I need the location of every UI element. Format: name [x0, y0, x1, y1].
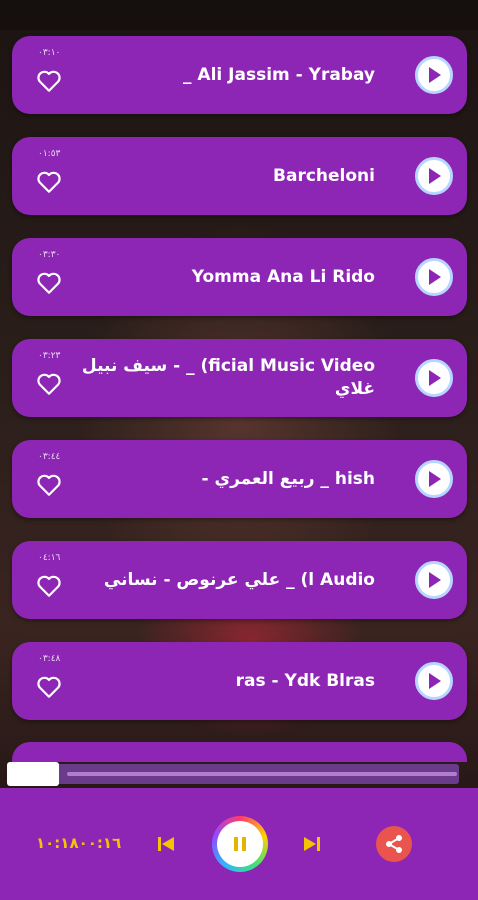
- play-icon: [429, 471, 441, 487]
- song-title: سيف نبيل - _ (ficial Music Video غلاي: [81, 356, 375, 399]
- play-icon: [429, 673, 441, 689]
- song-title: Barcheloni: [273, 165, 375, 186]
- song-item-partial[interactable]: [12, 742, 467, 762]
- heart-icon[interactable]: [36, 574, 62, 598]
- seek-track: [67, 772, 457, 776]
- play-button[interactable]: [415, 662, 453, 700]
- song-title: علي عرنوص - نساني _ (l Audio: [103, 569, 375, 590]
- song-duration: ٠٣:١٠: [38, 48, 61, 58]
- play-button[interactable]: [415, 359, 453, 397]
- play-icon: [429, 572, 441, 588]
- play-button[interactable]: [415, 561, 453, 599]
- song-duration: ٠٣:٤٨: [38, 654, 61, 664]
- time-display: ١٠:١٨٠٠:١٦: [36, 834, 122, 852]
- song-duration: ٠٤:١٦: [38, 553, 61, 563]
- seek-area: [0, 742, 478, 788]
- song-duration: ٠٣:٣٠: [38, 250, 61, 260]
- share-icon: [386, 835, 402, 853]
- play-button[interactable]: [415, 56, 453, 94]
- song-title: _ Ali Jassim - Yrabay: [183, 64, 375, 85]
- heart-icon[interactable]: [36, 69, 62, 93]
- play-button[interactable]: [415, 460, 453, 498]
- skip-next-icon[interactable]: [302, 835, 322, 853]
- player-bar: ١٠:١٨٠٠:١٦: [0, 788, 478, 900]
- pause-button[interactable]: [212, 816, 268, 872]
- share-button[interactable]: [376, 826, 412, 862]
- play-icon: [429, 269, 441, 285]
- song-item[interactable]: ٠٤:١٦ علي عرنوص - نساني _ (l Audio: [12, 541, 467, 619]
- pause-icon: [234, 837, 246, 851]
- song-item[interactable]: ٠٣:١٠ _ Ali Jassim - Yrabay: [12, 36, 467, 114]
- play-icon: [429, 168, 441, 184]
- song-duration: ٠٣:٢٣: [38, 351, 61, 361]
- song-duration: ٠١:٥٣: [38, 149, 61, 159]
- song-item[interactable]: ٠٣:٤٤ - ربيع العمري _ hish: [12, 440, 467, 518]
- song-item[interactable]: ٠١:٥٣ Barcheloni: [12, 137, 467, 215]
- song-title: ras - Ydk Blras: [235, 670, 375, 691]
- song-title: - ربيع العمري _ hish: [201, 468, 375, 489]
- song-item[interactable]: ٠٣:٤٨ ras - Ydk Blras: [12, 642, 467, 720]
- song-item[interactable]: ٠٣:٢٣ سيف نبيل - _ (ficial Music Video غ…: [12, 339, 467, 417]
- play-icon: [429, 370, 441, 386]
- play-button[interactable]: [415, 157, 453, 195]
- heart-icon[interactable]: [36, 473, 62, 497]
- pause-button-face: [217, 821, 263, 867]
- heart-icon[interactable]: [36, 271, 62, 295]
- skip-previous-icon[interactable]: [156, 835, 176, 853]
- heart-icon[interactable]: [36, 372, 62, 396]
- play-icon: [429, 67, 441, 83]
- song-item[interactable]: ٠٣:٣٠ Yomma Ana Li Rido: [12, 238, 467, 316]
- play-button[interactable]: [415, 258, 453, 296]
- seek-bar[interactable]: [7, 764, 459, 784]
- heart-icon[interactable]: [36, 675, 62, 699]
- seek-thumb[interactable]: [7, 762, 59, 786]
- song-list[interactable]: ٠٣:١٠ _ Ali Jassim - Yrabay ٠١:٥٣ Barche…: [0, 0, 478, 760]
- song-duration: ٠٣:٤٤: [38, 452, 61, 462]
- song-title: Yomma Ana Li Rido: [191, 266, 375, 287]
- heart-icon[interactable]: [36, 170, 62, 194]
